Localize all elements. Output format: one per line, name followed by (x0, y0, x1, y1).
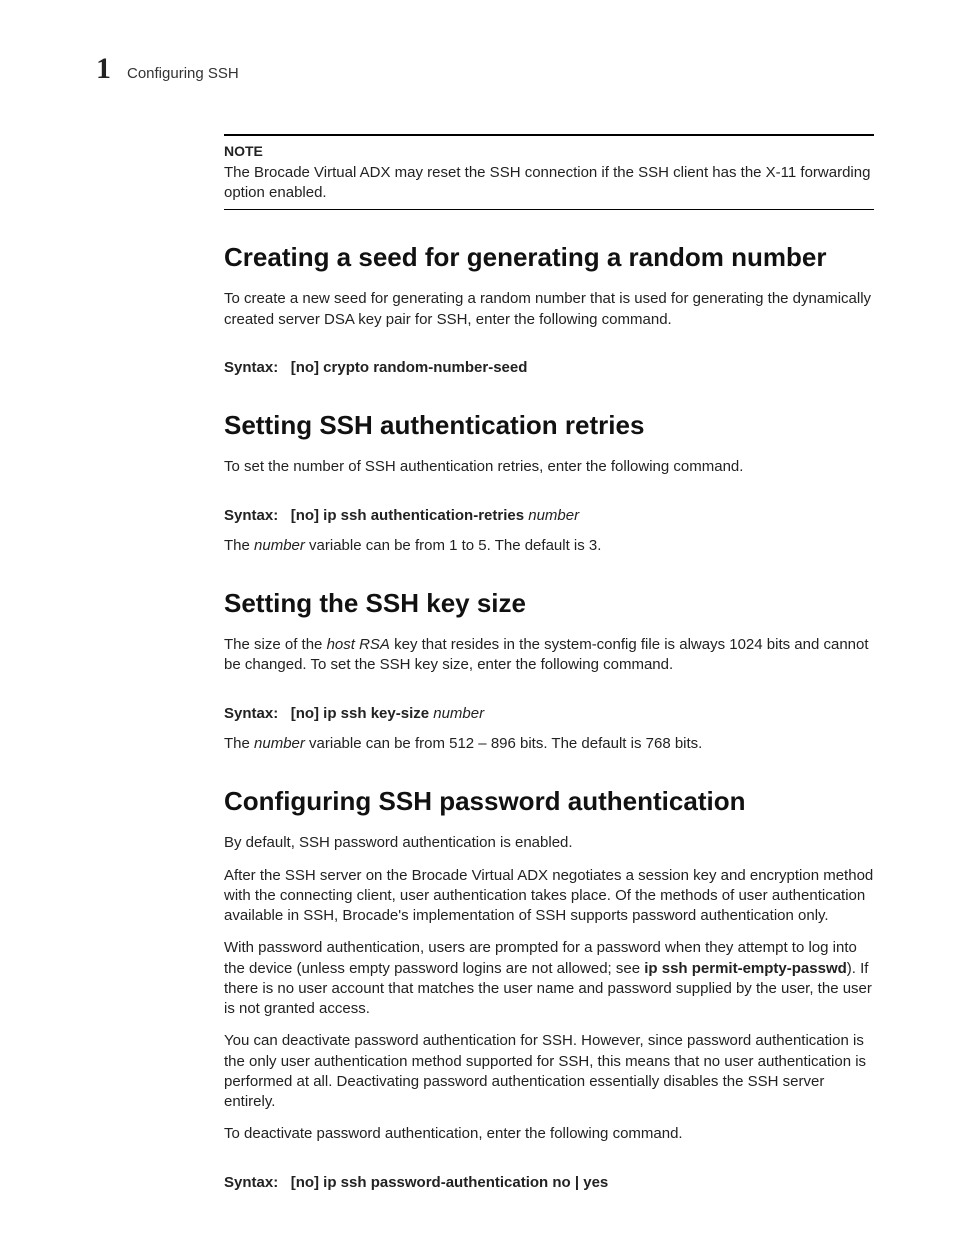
syntax-var: number (528, 507, 579, 524)
content-block: NOTE The Brocade Virtual ADX may reset t… (224, 134, 874, 1193)
para-pwauth-2: After the SSH server on the Brocade Virt… (224, 866, 874, 927)
var-number: number (254, 537, 305, 554)
text: The size of the (224, 636, 327, 653)
text: The (224, 735, 254, 752)
para-retries-2: The number variable can be from 1 to 5. … (224, 536, 874, 556)
text: variable can be from 1 to 5. The default… (305, 537, 602, 554)
para-retries-1: To set the number of SSH authentication … (224, 457, 874, 477)
note-bottom-rule (224, 209, 874, 210)
syntax-cmd: [no] ip ssh password-authentication no |… (291, 1174, 609, 1191)
heading-seed: Creating a seed for generating a random … (224, 240, 874, 275)
para-keysize-1: The size of the host RSA key that reside… (224, 635, 874, 676)
page: 1 Configuring SSH NOTE The Brocade Virtu… (0, 0, 954, 1235)
syntax-label: Syntax: (224, 359, 278, 376)
heading-retries: Setting SSH authentication retries (224, 408, 874, 443)
para-seed-1: To create a new seed for generating a ra… (224, 289, 874, 330)
syntax-gap (282, 1174, 286, 1191)
syntax-cmd: [no] ip ssh key-size (291, 705, 434, 722)
heading-pwauth: Configuring SSH password authentication (224, 784, 874, 819)
var-host-rsa: host RSA (327, 636, 390, 653)
var-number: number (254, 735, 305, 752)
para-pwauth-5: To deactivate password authentication, e… (224, 1124, 874, 1144)
syntax-seed: Syntax: [no] crypto random-number-seed (224, 358, 874, 378)
text: variable can be from 512 – 896 bits. The… (305, 735, 702, 752)
syntax-gap (282, 705, 286, 722)
note-body: The Brocade Virtual ADX may reset the SS… (224, 163, 874, 204)
syntax-keysize: Syntax: [no] ip ssh key-size number (224, 704, 874, 724)
syntax-label: Syntax: (224, 705, 278, 722)
syntax-retries: Syntax: [no] ip ssh authentication-retri… (224, 506, 874, 526)
chapter-number: 1 (96, 54, 111, 84)
syntax-gap (282, 507, 286, 524)
syntax-var: number (433, 705, 484, 722)
note-top-rule (224, 134, 874, 136)
text: The (224, 537, 254, 554)
para-keysize-2: The number variable can be from 512 – 89… (224, 734, 874, 754)
chapter-title: Configuring SSH (127, 65, 239, 82)
syntax-label: Syntax: (224, 1174, 278, 1191)
syntax-label: Syntax: (224, 507, 278, 524)
note-label: NOTE (224, 142, 874, 161)
para-pwauth-4: You can deactivate password authenticati… (224, 1031, 874, 1112)
running-head: 1 Configuring SSH (96, 54, 874, 84)
para-pwauth-1: By default, SSH password authentication … (224, 833, 874, 853)
syntax-pwauth: Syntax: [no] ip ssh password-authenticat… (224, 1173, 874, 1193)
cmd-inline: ip ssh permit-empty-passwd (644, 960, 847, 977)
heading-keysize: Setting the SSH key size (224, 586, 874, 621)
syntax-gap (282, 359, 286, 376)
para-pwauth-3: With password authentication, users are … (224, 938, 874, 1019)
syntax-cmd: [no] crypto random-number-seed (291, 359, 528, 376)
syntax-cmd: [no] ip ssh authentication-retries (291, 507, 529, 524)
